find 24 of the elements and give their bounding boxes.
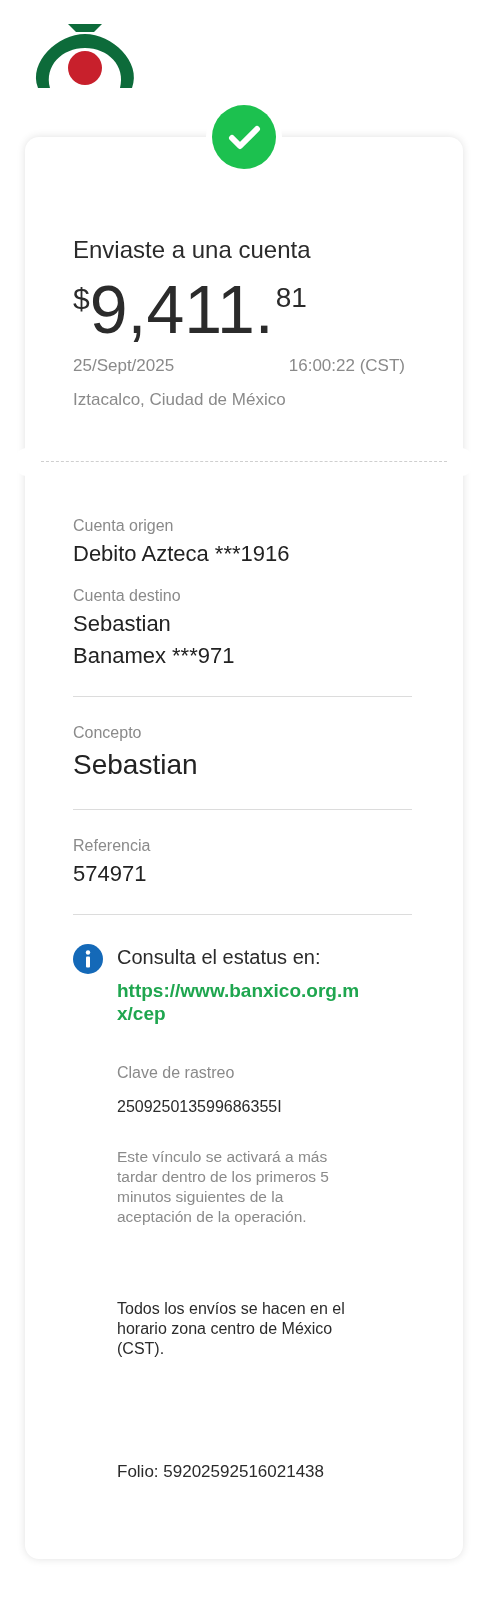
tracking-value: 250925013599686355I <box>117 1097 283 1117</box>
transfer-location: Iztacalco, Ciudad de México <box>73 388 287 411</box>
transfer-time: 16:00:22 (CST) <box>288 355 405 377</box>
tracking-label: Clave de rastreo <box>117 1063 236 1083</box>
field-label: Concepto <box>73 723 143 743</box>
info-title: Consulta el estatus en: <box>117 945 322 970</box>
amount-value: 9,411. <box>89 273 274 345</box>
status-link[interactable]: https://www.banxico.org.mx/cep <box>117 979 374 1025</box>
timezone-note: Todos los envíos se hacen en el horario zona centro de México (CST). <box>117 1299 346 1359</box>
field-label: Cuenta destino <box>73 586 182 606</box>
field-label: Referencia <box>73 836 152 856</box>
field-value: Sebastian <box>73 610 172 638</box>
field-value: Sebastian <box>73 748 199 782</box>
field-value: Debito Azteca ***1916 <box>73 540 291 568</box>
folio-number: Folio: 59202592516021438 <box>117 1461 326 1483</box>
field-value: 574971 <box>73 860 148 888</box>
transfer-date: 25/Sept/2025 <box>73 355 175 377</box>
currency-symbol: $ <box>73 281 90 315</box>
transfer-title: Enviaste a una cuenta <box>73 235 312 265</box>
amount-cents: 81 <box>275 281 307 315</box>
field-value: Banamex ***971 <box>73 642 236 670</box>
activation-note: Este vínculo se activará a más tardar dentro de los primeros 5 minutos siguientes de la aceptación de la operación. <box>117 1147 330 1227</box>
field-label: Cuenta origen <box>73 516 175 536</box>
info-icon <box>73 944 103 974</box>
